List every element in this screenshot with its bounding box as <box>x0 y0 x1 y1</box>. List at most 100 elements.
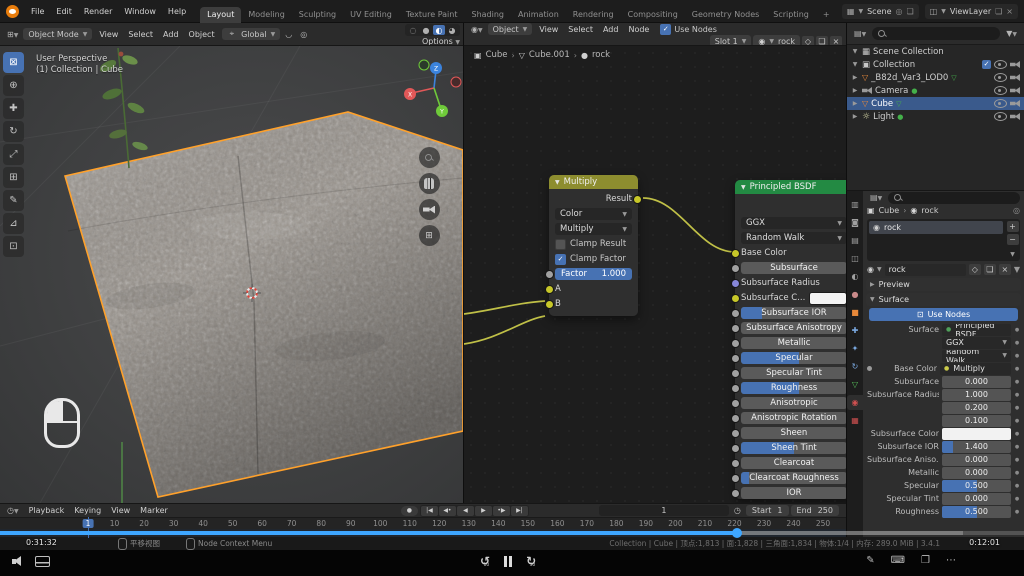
properties-editor[interactable]: ▥◙▤◫◐●■✚✦↻▽◉▦ ▤▼ ▣ Cube › ◉ rock ◎ ◉ roc… <box>846 190 1024 537</box>
multiply-node[interactable]: ▼ Multiply Result Color▼ Multiply▼ Clamp… <box>549 175 638 316</box>
select-box-tool[interactable]: ⊠ <box>3 52 24 73</box>
random-walk-dropdown[interactable]: Random Walk▼ <box>942 350 1011 362</box>
jump-to-end-button[interactable]: ▶| <box>511 506 528 516</box>
surface-panel-header[interactable]: ▼ Surface <box>866 293 1021 306</box>
surface-selector[interactable]: ●Principled BSDF <box>942 324 1011 336</box>
material-slot-list[interactable]: ◉ rock + − ▼ <box>867 219 1020 261</box>
specular-input-socket[interactable] <box>731 354 740 363</box>
view-layer-selector[interactable]: ◫ ▼ ViewLayer ❏ × <box>925 4 1018 19</box>
decorator-dot-icon[interactable]: ● <box>1014 379 1020 385</box>
sheen-tint-slider[interactable]: Sheen Tint <box>741 442 846 454</box>
node-editor-canvas[interactable]: ▣Cube›▽Cube.001›●rock ▼ Multiply Result … <box>464 46 846 503</box>
copy-icon[interactable]: ❏ <box>984 264 996 275</box>
bsdf-row-anisotropic[interactable]: Anisotropic <box>741 397 846 409</box>
particles-tab[interactable]: ✦ <box>847 341 863 356</box>
bsdf-row-specular-tint[interactable]: Specular Tint <box>741 367 846 379</box>
add-cube-tool[interactable]: ⊡ <box>3 236 24 257</box>
world-tab[interactable]: ● <box>847 287 863 302</box>
gizmo-y-neg[interactable] <box>419 60 429 70</box>
scene-tab[interactable]: ◐ <box>847 269 863 284</box>
decorator-dot-icon[interactable]: ● <box>1014 457 1020 463</box>
material-name-field[interactable]: rock <box>885 264 966 276</box>
subsurface-radius-input-socket[interactable] <box>731 279 740 288</box>
eye-icon[interactable] <box>994 73 1007 82</box>
specular-tint-input-socket[interactable] <box>731 369 740 378</box>
properties-search-input[interactable] <box>888 192 1020 204</box>
camera-view-button[interactable] <box>419 199 440 220</box>
bsdf-row-subsurface[interactable]: Subsurface <box>741 262 846 274</box>
collapse-icon[interactable]: ▼ <box>555 179 560 186</box>
camera-visibility-icon[interactable] <box>1010 113 1020 120</box>
shader-type-selector[interactable]: Object ▼ <box>488 23 533 35</box>
display-mode-icon[interactable]: ▤▼ <box>851 29 869 38</box>
tab-compositing[interactable]: Compositing <box>621 7 685 23</box>
tool-tab[interactable]: ▥ <box>847 197 863 212</box>
tab-shading[interactable]: Shading <box>464 7 511 23</box>
menu-help[interactable]: Help <box>162 7 192 16</box>
pin-icon[interactable]: ◎ <box>895 7 902 16</box>
anisotropic-slider[interactable]: Anisotropic <box>741 397 846 409</box>
decorator-dot-icon[interactable]: ● <box>1014 496 1020 502</box>
fake-user-shield-icon[interactable]: ◇ <box>969 264 981 275</box>
outliner-search-input[interactable] <box>872 27 1000 40</box>
subsurface-aniso-slider[interactable]: 0.000 <box>942 454 1011 466</box>
clearcoat-roughness-input-socket[interactable] <box>731 474 740 483</box>
annotate-tool[interactable]: ✎ <box>3 190 24 211</box>
disclosure-icon[interactable]: ▶ <box>851 87 859 94</box>
outliner-row-cube[interactable]: ▶▽Cube▽ <box>847 97 1024 110</box>
subsurface-anisotropy-slider[interactable]: Subsurface Anisotropy <box>741 322 846 334</box>
tab-rendering[interactable]: Rendering <box>566 7 621 23</box>
sheen-tint-input-socket[interactable] <box>731 444 740 453</box>
gizmo-x-neg[interactable] <box>451 77 461 87</box>
pan-button[interactable] <box>419 173 440 194</box>
rendered-shading-icon[interactable]: ◕ <box>446 25 458 35</box>
menu-edit[interactable]: Edit <box>50 7 78 16</box>
random-walk-dropdown[interactable]: Random Walk▼ <box>741 232 846 244</box>
subsurface-color-color-swatch[interactable] <box>942 428 1011 440</box>
solid-shading-icon[interactable]: ● <box>420 25 432 35</box>
editor-type-icon[interactable]: ◉▼ <box>468 25 486 34</box>
remove-slot-button[interactable]: − <box>1007 234 1019 245</box>
jump-to-start-button[interactable]: |◀ <box>421 506 438 516</box>
frame-end-field[interactable]: End 250 <box>791 505 839 516</box>
bsdf-row-clearcoat-roughness[interactable]: Clearcoat Roughness <box>741 472 846 484</box>
value-slider[interactable]: 0.100 <box>942 415 1011 427</box>
play-button[interactable]: ▶ <box>475 506 492 516</box>
subsurface-ior-slider[interactable]: 1.400 <box>942 441 1011 453</box>
ggx-dropdown[interactable]: GGX▼ <box>942 337 1011 349</box>
factor-slider[interactable]: Factor 1.000 <box>555 268 632 280</box>
menu-view[interactable]: View <box>534 25 563 34</box>
auto-keying-button[interactable]: ● <box>401 506 418 516</box>
operation-dropdown[interactable]: Multiply▼ <box>555 223 632 235</box>
decorator-dot-icon[interactable]: ● <box>1014 418 1020 424</box>
input-b-socket[interactable] <box>545 300 554 309</box>
menu-file[interactable]: File <box>25 7 50 16</box>
edit-icon[interactable]: ✎ <box>866 555 874 566</box>
anisotropic-rotation-input-socket[interactable] <box>731 414 740 423</box>
breadcrumb-material[interactable]: rock <box>921 206 938 215</box>
decorator-dot-icon[interactable]: ● <box>1014 483 1020 489</box>
object-data-tab[interactable]: ▽ <box>847 377 863 392</box>
clearcoat-input-socket[interactable] <box>731 459 740 468</box>
base-color-selector[interactable]: ●Multiply <box>940 363 1011 375</box>
outliner-row-camera[interactable]: ▶Camera● <box>847 84 1024 97</box>
bsdf-row-base-color[interactable]: Base Color <box>741 247 846 259</box>
decorator-dot-icon[interactable]: ● <box>1014 340 1020 346</box>
texture-tab[interactable]: ▦ <box>847 413 863 428</box>
material-preview-shading-icon[interactable]: ◐ <box>433 25 445 35</box>
subsurface-input-socket[interactable] <box>731 264 740 273</box>
menu-add[interactable]: Add <box>598 25 624 34</box>
current-frame-indicator[interactable]: 1 <box>83 519 94 528</box>
cursor-tool[interactable]: ⊕ <box>3 75 24 96</box>
disclosure-icon[interactable]: ▼ <box>851 61 859 68</box>
filter-icon[interactable]: ▼▼ <box>1003 29 1020 38</box>
decorator-dot-icon[interactable]: ● <box>1014 392 1020 398</box>
subsurface-ior-input-socket[interactable] <box>731 309 740 318</box>
collection-checkbox[interactable]: ✓ <box>982 60 991 69</box>
tab-animation[interactable]: Animation <box>511 7 566 23</box>
scene-selector[interactable]: ▦ ▼ Scene ◎ ❏ <box>842 4 919 19</box>
forward-30-button[interactable]: ↻30 <box>526 554 536 568</box>
input-a-socket[interactable] <box>545 285 554 294</box>
previous-keyframe-button[interactable]: ◀• <box>439 506 456 516</box>
tab-uv-editing[interactable]: UV Editing <box>343 7 399 23</box>
